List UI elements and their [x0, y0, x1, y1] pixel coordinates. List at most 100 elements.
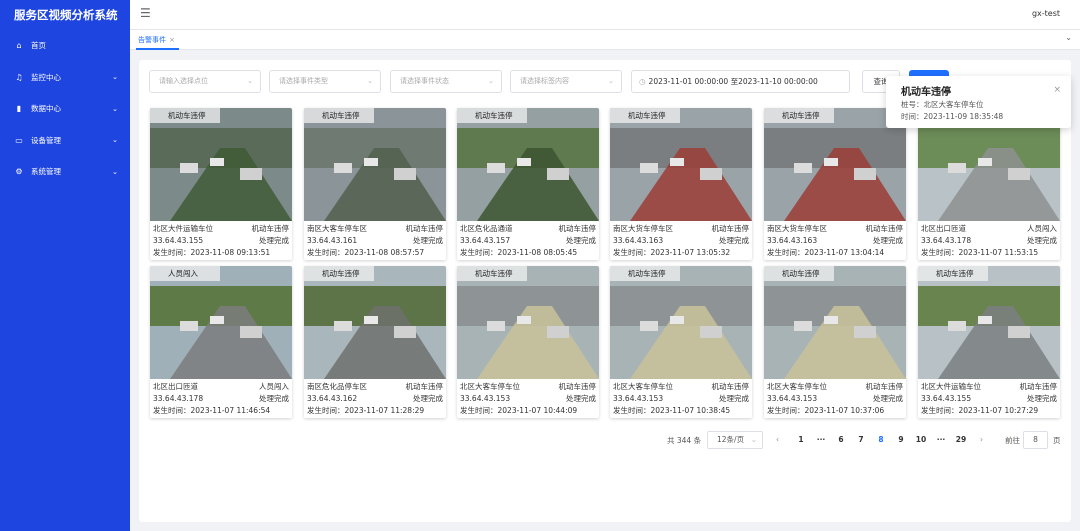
menu-toggle-icon[interactable]: ☰ [140, 6, 151, 20]
close-icon[interactable]: × [169, 36, 175, 44]
sidebar-item-data-center[interactable]: ▮ 数据中心 ⌄ [0, 93, 130, 125]
event-ip-row: 33.64.43.162 处理完成 [307, 393, 443, 404]
event-type: 机动车违停 [865, 224, 904, 233]
event-snapshot[interactable]: 机动车违停 [918, 266, 1060, 379]
event-type-badge: 人员闯入 [150, 266, 220, 281]
event-type-badge: 机动车违停 [304, 108, 374, 123]
event-snapshot[interactable]: 机动车违停 [764, 266, 906, 379]
event-card[interactable]: 机动车违停 南区大货车停车区 机动车违停 33.64.43.163 处理完成 发生时间：2… [610, 108, 752, 260]
pagination: 共 344 条 12条/页 ⌄ ‹ 1 ··· 6 7 8 9 10 ··· 2… [139, 431, 1071, 451]
event-card[interactable]: 机动车违停 南区大客车停车区 机动车违停 33.64.43.161 处理完成 发生时间：2… [304, 108, 446, 260]
event-type-badge: 机动车违停 [457, 108, 527, 123]
sidebar-item-monitor-center[interactable]: ♫ 监控中心 ⌄ [0, 62, 130, 94]
event-ip-row: 33.64.43.163 处理完成 [767, 235, 903, 246]
tab-alarm-events[interactable]: 告警事件 × [136, 32, 179, 50]
chevron-down-icon[interactable]: ⌄ [1065, 33, 1072, 42]
event-status-select[interactable]: 请选择事件状态 ⌄ [390, 70, 502, 93]
event-type: 机动车违停 [251, 224, 290, 233]
event-type-placeholder: 请选择事件类型 [279, 77, 328, 85]
event-card[interactable]: 机动车违停 北区大件运输车位 机动车违停 33.64.43.155 处理完成 发生时间：2… [918, 266, 1060, 418]
event-ip-row: 33.64.43.153 处理完成 [460, 393, 596, 404]
next-page-icon[interactable]: › [980, 435, 983, 444]
event-card[interactable]: 机动车违停 南区危化品停车区 机动车违停 33.64.43.162 处理完成 发生时间：2… [304, 266, 446, 418]
event-location: 北区大件运输车位 [921, 382, 981, 391]
sidebar-item-label: 系统管理 [31, 167, 61, 177]
event-location-row: 南区大货车停车区 机动车违停 [767, 223, 903, 234]
point-select-placeholder: 请输入选择点位 [159, 77, 208, 85]
event-location-row: 北区出口匝道 人员闯入 [153, 381, 289, 392]
page-number[interactable]: 6 [833, 435, 849, 444]
event-type: 机动车违停 [1019, 382, 1058, 391]
prev-page-icon[interactable]: ‹ [776, 435, 779, 444]
event-ip: 33.64.43.163 [613, 236, 664, 245]
event-type-badge: 机动车违停 [764, 108, 834, 123]
sidebar: 服务区视频分析系统 ⌂ 首页 ♫ 监控中心 ⌄ ▮ 数据中心 ⌄ ▭ 设备管理 … [0, 0, 130, 531]
monitor-icon: ▭ [15, 135, 23, 145]
event-card[interactable]: 机动车违停 北区大客车停车位 机动车违停 33.64.43.153 处理完成 发生时间：2… [764, 266, 906, 418]
event-card[interactable]: 北区出口匝道 人员闯入 33.64.43.178 处理完成 发生时间：2023-11-0… [918, 108, 1060, 260]
sidebar-item-device-management[interactable]: ▭ 设备管理 ⌄ [0, 125, 130, 157]
event-type-badge: 机动车违停 [457, 266, 527, 281]
user-name[interactable]: gx-test [1032, 9, 1060, 18]
event-type-select[interactable]: 请选择事件类型 ⌄ [269, 70, 381, 93]
sidebar-item-label: 首页 [31, 41, 46, 51]
event-location: 北区出口匝道 [921, 224, 966, 233]
event-card[interactable]: 机动车违停 北区大客车停车位 机动车违停 33.64.43.153 处理完成 发生时间：2… [457, 266, 599, 418]
event-status: 处理完成 [259, 394, 289, 403]
event-snapshot-image [610, 266, 752, 379]
event-location: 北区危化品通道 [460, 224, 513, 233]
event-type: 机动车违停 [711, 224, 750, 233]
event-snapshot-image [150, 108, 292, 221]
date-range-value: 2023-11-01 00:00:00 至2023-11-10 00:00:00 [648, 77, 818, 86]
page-number[interactable]: 10 [913, 435, 929, 444]
date-range-picker[interactable]: ◷ 2023-11-01 00:00:00 至2023-11-10 00:00:0… [631, 70, 850, 93]
event-snapshot[interactable]: 人员闯入 [150, 266, 292, 379]
event-snapshot[interactable]: 机动车违停 [304, 108, 446, 221]
event-ip-row: 33.64.43.163 处理完成 [613, 235, 749, 246]
event-snapshot[interactable]: 机动车违停 [764, 108, 906, 221]
goto-page-input[interactable]: 8 [1023, 431, 1048, 449]
sidebar-item-home[interactable]: ⌂ 首页 [0, 30, 130, 62]
event-snapshot[interactable]: 机动车违停 [457, 108, 599, 221]
point-select[interactable]: 请输入选择点位 ⌄ [149, 70, 261, 93]
event-type-badge: 机动车违停 [918, 266, 988, 281]
sidebar-item-system-management[interactable]: ⚙ 系统管理 ⌄ [0, 156, 130, 188]
event-type: 机动车违停 [711, 382, 750, 391]
notification-location: 桩号：北区大客车停车位 [901, 100, 984, 109]
event-snapshot[interactable]: 机动车违停 [610, 266, 752, 379]
event-card[interactable]: 机动车违停 北区危化品通道 机动车违停 33.64.43.157 处理完成 发生时间：20… [457, 108, 599, 260]
page-number[interactable]: 29 [953, 435, 969, 444]
page-ellipsis[interactable]: ··· [813, 435, 829, 444]
event-type: 机动车违停 [405, 224, 444, 233]
page-size-select[interactable]: 12条/页 ⌄ [707, 431, 763, 449]
event-snapshot-image [918, 266, 1060, 379]
event-snapshot[interactable]: 机动车违停 [304, 266, 446, 379]
event-snapshot[interactable]: 机动车违停 [150, 108, 292, 221]
event-location: 北区出口匝道 [153, 382, 198, 391]
page-size-value: 12条/页 [717, 435, 745, 444]
event-snapshot[interactable]: 机动车违停 [457, 266, 599, 379]
event-snapshot[interactable]: 机动车违停 [610, 108, 752, 221]
event-snapshot-image [304, 108, 446, 221]
chevron-down-icon: ⌄ [112, 104, 118, 113]
event-card[interactable]: 机动车违停 北区大件运输车位 机动车违停 33.64.43.155 处理完成 发生时间：2… [150, 108, 292, 260]
event-card[interactable]: 人员闯入 北区出口匝道 人员闯入 33.64.43.178 处理完成 发生时间：2023-… [150, 266, 292, 418]
chevron-down-icon: ⌄ [112, 167, 118, 176]
page-number-current[interactable]: 8 [873, 435, 889, 444]
event-ip-row: 33.64.43.153 处理完成 [767, 393, 903, 404]
event-time: 发生时间：2023-11-08 08:57:57 [307, 248, 425, 257]
page-number[interactable]: 9 [893, 435, 909, 444]
page-number[interactable]: 7 [853, 435, 869, 444]
tag-select[interactable]: 请选择标签内容 ⌄ [510, 70, 622, 93]
event-time: 发生时间：2023-11-07 11:46:54 [153, 406, 271, 415]
event-snapshot-image [304, 266, 446, 379]
page-number[interactable]: 1 [793, 435, 809, 444]
page-ellipsis[interactable]: ··· [933, 435, 949, 444]
event-card[interactable]: 机动车违停 北区大客车停车位 机动车违停 33.64.43.153 处理完成 发生时间：2… [610, 266, 752, 418]
event-status: 处理完成 [719, 394, 749, 403]
event-type: 人员闯入 [1027, 224, 1057, 233]
event-card[interactable]: 机动车违停 南区大货车停车区 机动车违停 33.64.43.163 处理完成 发生时间：2… [764, 108, 906, 260]
notification-time: 时间：2023-11-09 18:35:48 [901, 112, 1004, 121]
close-icon[interactable]: × [1053, 85, 1061, 95]
event-notification[interactable]: 机动车违停 桩号：北区大客车停车位 时间：2023-11-09 18:35:48… [886, 76, 1071, 128]
